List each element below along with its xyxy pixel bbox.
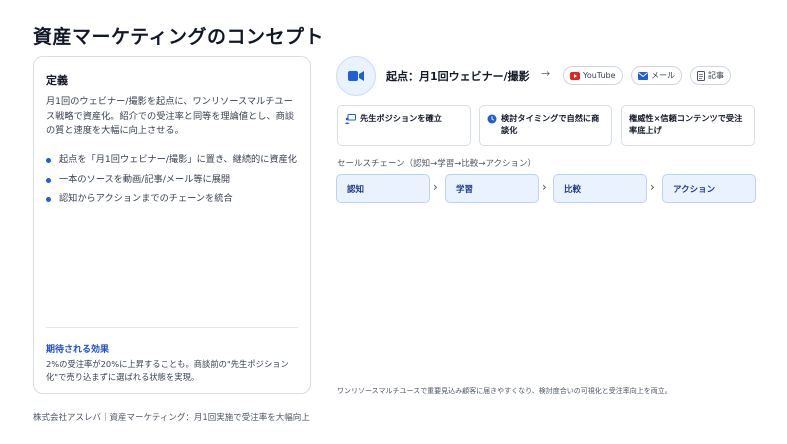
chain-step: 学習 [445, 174, 539, 203]
bullet-dot-icon [46, 158, 51, 163]
feature-card: 先生ポジションを確立 [337, 105, 471, 146]
channel-chip-youtube: YouTube [563, 66, 623, 85]
chain-step: アクション [662, 174, 756, 203]
divider [46, 327, 298, 328]
channel-chip-article: 記事 [690, 66, 731, 85]
youtube-icon [570, 71, 580, 80]
bullet-item: 認知からアクションまでのチェーンを統合 [46, 192, 300, 207]
page-title: 資産マーケティングのコンセプト [33, 26, 324, 48]
mail-icon [638, 71, 648, 80]
definition-card: 定義 月1回のウェビナー/撮影を起点に、ワンリソースマルチユース戦略で資産化。紹… [33, 56, 311, 394]
footer-text: 株式会社アスレバ｜資産マーケティング：月1回実施で受注率を大幅向上 [33, 413, 310, 423]
definition-bullet-list: 起点を「月1回ウェビナー/撮影」に置き、継続的に資産化 一本のソースを動画/記事… [46, 153, 300, 212]
definition-heading: 定義 [46, 74, 68, 87]
chain-step: 認知 [336, 174, 430, 203]
feature-card: 検討タイミングで自然に商談化 [479, 105, 612, 146]
clock-icon [487, 114, 497, 124]
bullet-dot-icon [46, 197, 51, 202]
bullet-item: 起点を「月1回ウェビナー/撮影」に置き、継続的に資産化 [46, 153, 300, 168]
bullet-dot-icon [46, 177, 51, 183]
document-icon [697, 70, 705, 81]
presenter-icon [345, 114, 356, 124]
origin-label: 起点：月1回ウェビナー/撮影 [386, 70, 530, 83]
video-camera-icon [336, 56, 376, 96]
effect-text: 2%の受注率が20%に上昇することも。商談前の"先生ポジション化"で売り込まずに… [46, 359, 289, 382]
summary-note: ワンリソースマルチユースで重要見込み顧客に届きやすくなり、検討度合いの可視化と受… [337, 387, 672, 395]
effect-heading: 期待される効果 [46, 345, 110, 355]
chevron-right-icon: › [650, 180, 655, 194]
chain-step: 比較 [553, 174, 647, 203]
chevron-right-icon: › [433, 180, 438, 194]
arrow-right-icon: → [541, 67, 551, 80]
feature-card: 権威性×信頼コンテンツで受注率底上げ [621, 105, 755, 146]
channel-chip-mail: メール [631, 66, 682, 85]
definition-description: 月1回のウェビナー/撮影を起点に、ワンリソースマルチユース戦略で資産化。紹介での… [46, 96, 295, 136]
chevron-right-icon: › [542, 180, 547, 194]
bullet-item: 一本のソースを動画/記事/メール等に展開 [46, 173, 300, 188]
sales-chain-label: セールスチェーン（認知→学習→比較→アクション） [337, 159, 537, 169]
